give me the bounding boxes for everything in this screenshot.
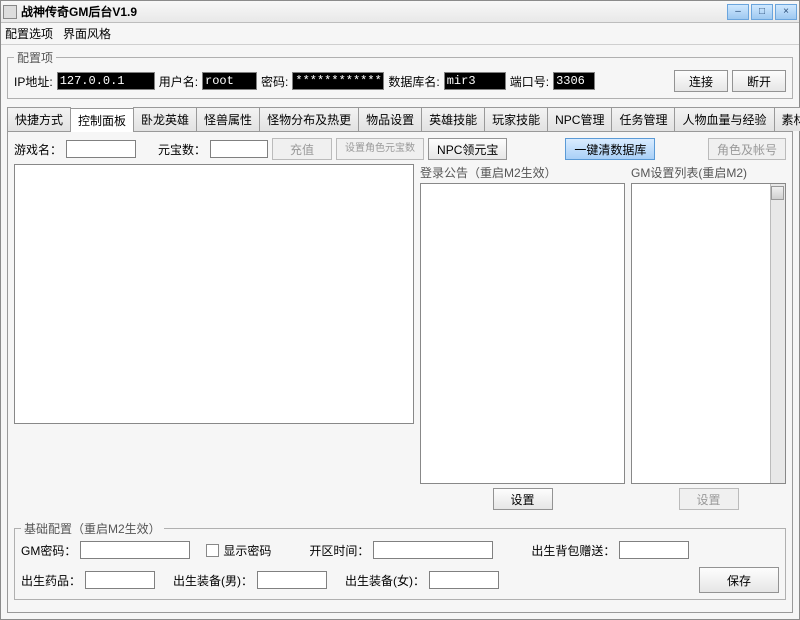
scrollbar[interactable]	[770, 184, 785, 483]
window-title: 战神传奇GM后台V1.9	[21, 3, 725, 20]
app-icon	[3, 5, 17, 19]
tabbar: 快捷方式控制面板卧龙英雄怪兽属性怪物分布及热更物品设置英雄技能玩家技能NPC管理…	[7, 107, 793, 132]
gold-input[interactable]	[210, 140, 268, 158]
tab-11[interactable]: 素材热更	[774, 107, 800, 131]
base-row-2: 出生药品： 出生装备(男)： 出生装备(女)： 保存	[21, 567, 779, 593]
showpass-checkbox[interactable]	[206, 544, 219, 557]
gm-list-col: GM设置列表(重启M2) 设置	[631, 164, 786, 510]
equipm-input[interactable]	[257, 571, 327, 589]
login-notice-legend: 登录公告（重启M2生效）	[420, 164, 625, 183]
app-window: 战神传奇GM后台V1.9 – □ × 配置选项 界面风格 配置项 IP地址: 用…	[0, 0, 800, 620]
char-account-button[interactable]: 角色及帐号	[708, 138, 786, 160]
db-input[interactable]	[444, 72, 506, 90]
game-label: 游戏名：	[14, 141, 62, 158]
user-label: 用户名:	[159, 73, 198, 90]
tab-1[interactable]: 控制面板	[70, 108, 134, 132]
tab-7[interactable]: 玩家技能	[484, 107, 548, 131]
main-text-pane[interactable]	[14, 164, 414, 424]
login-notice-col: 登录公告（重启M2生效） 设置	[420, 164, 625, 510]
tab-2[interactable]: 卧龙英雄	[133, 107, 197, 131]
set-char-gold-button[interactable]: 设置角色元宝数	[336, 138, 424, 160]
tab-0[interactable]: 快捷方式	[7, 107, 71, 131]
tab-8[interactable]: NPC管理	[547, 107, 612, 131]
disconnect-button[interactable]: 断开	[732, 70, 786, 92]
tab-3[interactable]: 怪兽属性	[196, 107, 260, 131]
tab-6[interactable]: 英雄技能	[421, 107, 485, 131]
ip-label: IP地址:	[14, 73, 53, 90]
equipf-input[interactable]	[429, 571, 499, 589]
tab-10[interactable]: 人物血量与经验	[674, 107, 774, 131]
connect-button[interactable]: 连接	[674, 70, 728, 92]
maximize-button[interactable]: □	[751, 4, 773, 20]
pass-input[interactable]	[292, 72, 384, 90]
tab-5[interactable]: 物品设置	[358, 107, 422, 131]
med-input[interactable]	[85, 571, 155, 589]
user-input[interactable]	[202, 72, 257, 90]
titlebar: 战神传奇GM后台V1.9 – □ ×	[1, 1, 799, 23]
tab-panel-control: 游戏名： 元宝数： 充值 设置角色元宝数 NPC领元宝 一键清数据库 角色及帐号…	[7, 132, 793, 613]
login-notice-set-button[interactable]: 设置	[493, 488, 553, 510]
port-input[interactable]	[553, 72, 595, 90]
middle-area: 登录公告（重启M2生效） 设置 GM设置列表(重启M2) 设置	[14, 164, 786, 510]
npc-gold-button[interactable]: NPC领元宝	[428, 138, 507, 160]
clear-db-button[interactable]: 一键清数据库	[565, 138, 655, 160]
close-button[interactable]: ×	[775, 4, 797, 20]
port-label: 端口号:	[510, 73, 549, 90]
game-input[interactable]	[66, 140, 136, 158]
gmpass-input[interactable]	[80, 541, 190, 559]
gm-list-set-button[interactable]: 设置	[679, 488, 739, 510]
db-label: 数据库名:	[388, 73, 439, 90]
base-row-1: GM密码： 显示密码 开区时间： 出生背包赠送：	[21, 541, 779, 559]
gm-list-legend: GM设置列表(重启M2)	[631, 164, 786, 183]
ip-input[interactable]	[57, 72, 155, 90]
base-config-fieldset: 基础配置（重启M2生效） GM密码： 显示密码 开区时间： 出生背包赠送： 出生…	[14, 520, 786, 600]
menu-theme[interactable]: 界面风格	[63, 25, 111, 42]
gold-label: 元宝数：	[158, 141, 206, 158]
config-fieldset: 配置项 IP地址: 用户名: 密码: 数据库名: 端口号: 连接 断开	[7, 49, 793, 99]
opentime-input[interactable]	[373, 541, 493, 559]
med-label: 出生药品：	[21, 572, 81, 589]
equipf-label: 出生装备(女)：	[345, 572, 425, 589]
gm-list-textarea[interactable]	[631, 183, 786, 484]
recharge-button[interactable]: 充值	[272, 138, 332, 160]
minimize-button[interactable]: –	[727, 4, 749, 20]
login-notice-textarea[interactable]	[420, 183, 625, 484]
base-config-legend: 基础配置（重启M2生效）	[21, 520, 164, 537]
menubar: 配置选项 界面风格	[1, 23, 799, 45]
config-legend: 配置项	[14, 49, 56, 66]
equipm-label: 出生装备(男)：	[173, 572, 253, 589]
toolbar-row: 游戏名： 元宝数： 充值 设置角色元宝数 NPC领元宝 一键清数据库 角色及帐号	[14, 138, 786, 160]
bag-label: 出生背包赠送：	[531, 542, 615, 559]
scroll-thumb[interactable]	[771, 186, 784, 200]
showpass-label: 显示密码	[223, 542, 271, 559]
gmpass-label: GM密码：	[21, 542, 76, 559]
tab-9[interactable]: 任务管理	[611, 107, 675, 131]
config-row: IP地址: 用户名: 密码: 数据库名: 端口号: 连接 断开	[14, 70, 786, 92]
save-button[interactable]: 保存	[699, 567, 779, 593]
pass-label: 密码:	[261, 73, 288, 90]
menu-options[interactable]: 配置选项	[5, 25, 53, 42]
bag-input[interactable]	[619, 541, 689, 559]
tab-4[interactable]: 怪物分布及热更	[259, 107, 359, 131]
content-area: 配置项 IP地址: 用户名: 密码: 数据库名: 端口号: 连接 断开 快捷方式…	[1, 45, 799, 619]
opentime-label: 开区时间：	[309, 542, 369, 559]
